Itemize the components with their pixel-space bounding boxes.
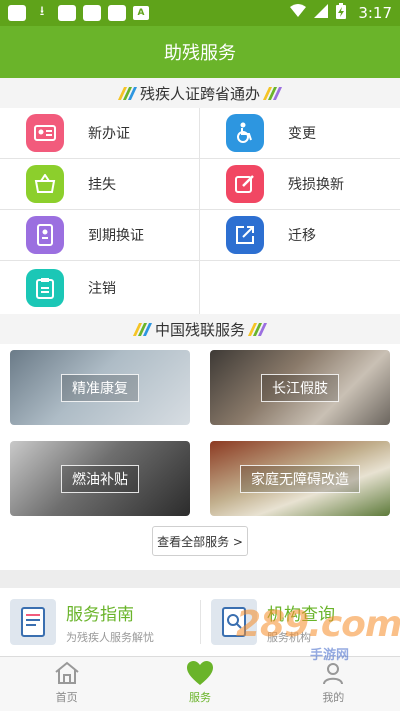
cert-service-grid: 新办证 变更 挂失 残损换新 到期换证 迁移 注销 [0,108,400,314]
card-fuel-subsidy[interactable]: 燃油补贴 [10,441,190,516]
share-icon [226,216,264,254]
card-prosthesis[interactable]: 长江假肢 [210,350,390,425]
watermark-sub: 手游网 [310,648,350,663]
decoration-stripes-icon [117,86,138,100]
section-header-cdpf: 中国残联服务 [0,314,400,344]
tab-label: 我的 [322,691,345,704]
tab-services[interactable]: 服务 [133,657,266,711]
book-icon [26,216,64,254]
tab-label: 首页 [55,691,78,704]
card-label: 精准康复 [61,373,139,402]
grid-item-damaged-renew[interactable]: 残损换新 [200,159,400,210]
bottom-tab-bar: 首页 服务 我的 [0,656,400,711]
divider [200,600,201,644]
download-icon: ⭳ [39,4,45,19]
notification-icon [58,5,76,21]
decoration-stripes-icon [262,86,283,100]
home-icon [54,660,80,686]
clipboard-icon [26,268,64,307]
status-bar: ⭳ A 3:17 [0,0,400,26]
card-home-accessibility[interactable]: 家庭无障碍改造 [210,441,390,516]
basket-icon [26,165,64,203]
tab-label: 服务 [188,691,211,704]
grid-item-label: 挂失 [88,177,116,193]
watermark-brand: 289.com [236,604,400,645]
wheelchair-icon [226,114,264,152]
grid-item-label: 到期换证 [88,228,144,244]
heart-icon [186,660,214,686]
tab-home[interactable]: 首页 [0,657,133,711]
page-title: 助残服务 [0,26,400,78]
card-label: 家庭无障碍改造 [240,464,360,493]
id-card-icon [26,114,64,152]
grid-item-expiry-renew[interactable]: 到期换证 [0,210,200,261]
tab-mine[interactable]: 我的 [267,657,400,711]
signal-icon [314,4,329,22]
view-all-services-button[interactable]: 查看全部服务 > [152,526,248,556]
a-icon: A [133,6,149,20]
person-icon [321,660,345,686]
grid-item-report-lost[interactable]: 挂失 [0,159,200,210]
notification-icon [108,5,126,21]
clock: 3:17 [358,4,392,22]
notification-icon [83,5,101,21]
guide-subtitle: 为残疾人服务解忧 [66,630,154,644]
card-rehab[interactable]: 精准康复 [10,350,190,425]
document-icon [10,599,56,645]
card-label: 长江假肢 [261,373,339,402]
grid-item-cancel[interactable]: 注销 [0,261,200,314]
notification-icon [8,5,26,21]
grid-item-label: 迁移 [288,228,316,244]
grid-item-label: 新办证 [88,126,130,142]
service-guide-item[interactable]: 服务指南 为残疾人服务解忧 [10,588,154,656]
guide-title: 服务指南 [66,604,134,625]
grid-item-migrate[interactable]: 迁移 [200,210,400,261]
grid-item-label: 变更 [288,126,316,142]
battery-icon [336,3,347,23]
grid-item-label: 注销 [88,280,116,297]
section-header-cert: 残疾人证跨省通办 [0,78,400,108]
decoration-stripes-icon [132,322,153,336]
edit-icon [226,165,264,203]
section-title: 中国残联服务 [154,320,245,339]
decoration-stripes-icon [247,322,268,336]
card-label: 燃油补贴 [61,464,139,493]
grid-item-change[interactable]: 变更 [200,108,400,159]
wifi-icon [290,4,307,22]
section-title: 残疾人证跨省通办 [139,84,260,103]
grid-item-new-cert[interactable]: 新办证 [0,108,200,159]
grid-item-label: 残损换新 [288,177,344,193]
